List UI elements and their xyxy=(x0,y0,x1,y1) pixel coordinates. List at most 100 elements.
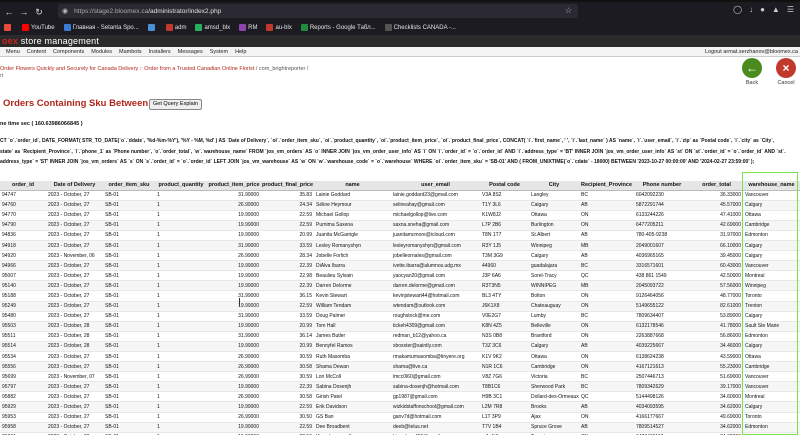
column-header-recipient-province[interactable]: Recipient_Province xyxy=(579,181,634,191)
table-cell: 22.98 xyxy=(261,270,314,282)
cancel-button[interactable]: × Cancel xyxy=(776,58,796,86)
toolbar-icons: ← Back × Cancel xyxy=(742,58,796,86)
table-cell: 66.10000 xyxy=(690,240,743,252)
app-menu-icon[interactable]: ☰ xyxy=(787,5,794,14)
table-cell: L1T 3P9 xyxy=(480,412,529,423)
column-header-product-item-price[interactable]: product_item_price xyxy=(207,181,261,191)
sql-line: state` as `Recipient_Province`, `i`.`pho… xyxy=(0,148,786,155)
table-cell: 2023 - October, 28 xyxy=(46,321,103,332)
bookmark-label: RM xyxy=(248,24,258,31)
download-icon[interactable]: ↓ xyxy=(749,5,753,14)
column-header-product-quantity[interactable]: product_quantity xyxy=(155,181,207,191)
table-cell: 2023 - October, 27 xyxy=(46,270,103,282)
table-cell: SB-01 xyxy=(103,412,155,423)
table-row: 94770 2023 - October, 27 SB-01 1 19.99000 22.… xyxy=(0,210,800,221)
bookmark-item[interactable]: YouTube xyxy=(22,24,55,31)
get-query-explain-button[interactable]: Get Query Explain xyxy=(149,99,202,110)
table-cell: 44960 xyxy=(480,260,529,272)
column-header-order-item-sku[interactable]: order_item_sku xyxy=(103,181,155,191)
column-header-warehouse-name[interactable]: warehouse_name xyxy=(743,181,800,191)
table-cell: 35.83 xyxy=(261,190,314,201)
column-header-product-final-price[interactable]: product_final_price xyxy=(261,181,314,191)
table-cell: 2049001607 xyxy=(634,240,690,252)
table-cell: Edmonton xyxy=(743,422,800,433)
admin-menu-item[interactable]: Mambots xyxy=(119,49,142,55)
table-cell: 22.59 xyxy=(261,220,314,231)
table-row: 94836 2023 - October, 27 SB-01 1 19.99000 20.… xyxy=(0,230,800,241)
address-bar[interactable]: ◉ https://stage2.bloomex.ca /administrat… xyxy=(58,4,578,18)
table-cell: 26.99000 xyxy=(207,412,261,423)
bookmark-item[interactable]: amsd_blx xyxy=(195,24,230,31)
table-cell: 2023 - October, 27 xyxy=(46,260,103,272)
breadcrumb-home[interactable]: Order Flowers Quickly and Securely for C… xyxy=(0,66,254,72)
admin-menu-item[interactable]: Content xyxy=(27,49,46,55)
table-cell: 1 xyxy=(155,311,207,322)
table-cell: AB xyxy=(579,230,634,241)
table-cell: 28.34 xyxy=(261,250,314,262)
table-cell: 34.60000 xyxy=(690,391,743,403)
bookmark-label: adm xyxy=(174,24,187,31)
admin-menu-item[interactable]: System xyxy=(210,49,228,55)
table-cell: Brooks xyxy=(529,401,579,413)
bookmark-item[interactable]: Главная - Setanta Spo... xyxy=(63,24,139,31)
column-header-postal-code[interactable]: Postal code xyxy=(480,181,529,191)
table-row: 95140 2023 - October, 27 SB-01 1 19.99000 22.… xyxy=(0,280,800,292)
account-icon[interactable]: ● xyxy=(760,5,765,14)
table-cell: 94770 xyxy=(0,210,46,221)
admin-title: oex store management xyxy=(2,36,99,46)
table-cell: jobelleornales@gmail.com xyxy=(391,250,480,262)
table-cell: 94760 xyxy=(0,200,46,211)
admin-menu-item[interactable]: Components xyxy=(53,49,84,55)
bookmark-item[interactable]: au-blx xyxy=(266,24,292,31)
admin-menu-item[interactable]: Menu xyxy=(6,49,20,55)
bookmark-item[interactable]: adm xyxy=(165,24,187,31)
bookmark-item[interactable] xyxy=(4,24,13,31)
table-cell: yaocyan20@gmail.com xyxy=(391,270,480,282)
bookmark-favicon-icon xyxy=(195,24,203,31)
table-cell: Darren Delorme xyxy=(314,280,391,292)
table-cell: Vancouver xyxy=(743,371,800,383)
forward-nav-icon[interactable]: → xyxy=(18,6,30,18)
column-header-order-total[interactable]: order_total xyxy=(690,181,743,191)
reload-icon[interactable]: ↻ xyxy=(33,6,45,18)
cancel-label: Cancel xyxy=(777,80,795,86)
bookmark-item[interactable] xyxy=(147,24,157,31)
table-cell: 30.50 xyxy=(261,412,314,423)
table-cell: 95958 xyxy=(0,422,46,433)
table-cell: 19.99000 xyxy=(207,260,261,272)
column-header-order-id[interactable]: order_id xyxy=(0,181,46,191)
bookmark-favicon-icon xyxy=(384,24,392,31)
table-cell: SB-01 xyxy=(103,280,155,292)
back-nav-icon[interactable]: ← xyxy=(3,6,15,18)
table-cell: 34.46000 xyxy=(690,341,743,353)
admin-menu-item[interactable]: Messages xyxy=(178,49,203,55)
column-header-date-of-delivery[interactable]: Date of Delivery xyxy=(46,181,103,191)
column-header-phone-number[interactable]: Phone number xyxy=(634,181,690,191)
bookmark-item[interactable]: RM xyxy=(239,24,257,31)
pocket-icon[interactable]: ◯ xyxy=(733,5,742,14)
table-cell: SB-01 xyxy=(103,190,155,201)
table-cell: 20.99 xyxy=(261,230,314,241)
table-cell: 6133244226 xyxy=(634,210,690,221)
bookmark-item[interactable]: Checklists CANADA -... xyxy=(384,24,456,31)
table-cell: 43.59000 xyxy=(690,351,743,363)
table-cell: 94920 xyxy=(0,250,46,262)
column-header-city[interactable]: City xyxy=(529,181,579,191)
extensions-icon[interactable]: ▲ xyxy=(772,5,780,14)
logout-link[interactable]: Logout armat.serzhanov@bloomex.ca xyxy=(705,47,798,57)
table-cell: Bennyfel Ramos xyxy=(314,341,391,353)
admin-menu-item[interactable]: Help xyxy=(235,49,246,55)
column-header-user-email[interactable]: user_email xyxy=(391,181,480,191)
table-cell: BC xyxy=(579,311,634,322)
bookmark-label: YouTube xyxy=(31,24,55,31)
column-header-name[interactable]: name xyxy=(314,181,391,191)
bookmark-item[interactable]: Reports - Google Табл... xyxy=(300,24,376,31)
table-cell: 1 xyxy=(155,351,207,363)
table-cell: 19.99000 xyxy=(207,301,261,312)
admin-menu-item[interactable]: Installers xyxy=(149,49,171,55)
back-button[interactable]: ← Back xyxy=(742,58,762,86)
admin-menu-item[interactable]: Modules xyxy=(91,49,112,55)
bookmark-star-icon[interactable]: ☆ xyxy=(565,6,572,15)
table-row: 95534 2023 - October, 27 SB-01 1 26.99000 30.… xyxy=(0,351,800,363)
table-cell: SB-01 xyxy=(103,391,155,403)
